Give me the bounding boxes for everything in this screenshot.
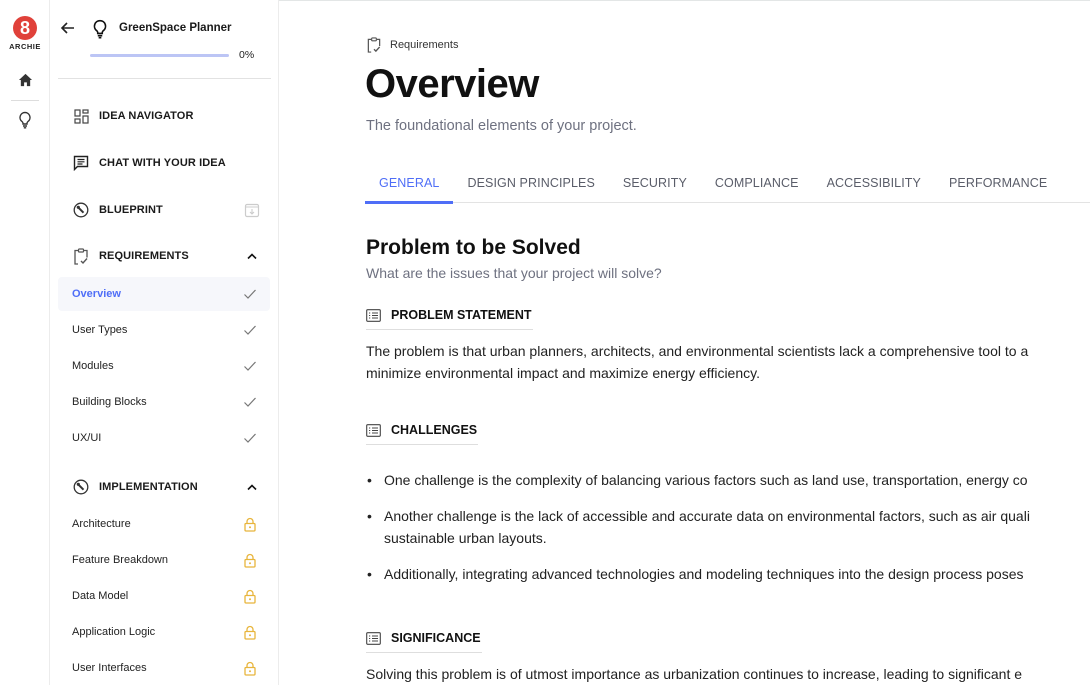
page-subtitle: The foundational elements of your projec… <box>366 118 637 134</box>
check-icon <box>242 286 258 302</box>
list-box-icon <box>366 423 381 437</box>
check-icon <box>242 430 258 446</box>
tab-performance[interactable]: PERFORMANCE <box>935 164 1061 202</box>
lightbulb-icon[interactable] <box>15 110 35 130</box>
tab-security[interactable]: SECURITY <box>609 164 701 202</box>
download-box-icon[interactable] <box>243 201 261 219</box>
nav-item-data-model[interactable]: Data Model <box>58 579 270 613</box>
clipboard-check-icon <box>366 37 382 53</box>
nav-label: BLUEPRINT <box>99 204 163 216</box>
nav-item-label: UX/UI <box>72 432 102 444</box>
chevron-up-icon[interactable] <box>243 478 261 496</box>
breadcrumb[interactable]: Requirements <box>366 37 458 53</box>
significance-header: SIGNIFICANCE <box>366 631 482 653</box>
nav-item-label: User Interfaces <box>72 662 147 674</box>
nav-item-building-blocks[interactable]: Building Blocks <box>58 385 270 419</box>
main-content: Requirements Overview The foundational e… <box>279 0 1090 685</box>
nav-label: REQUIREMENTS <box>99 250 189 262</box>
lock-icon <box>242 660 258 676</box>
text-line: Solving this problem is of utmost import… <box>366 666 1023 682</box>
clipboard-check-icon <box>72 247 90 265</box>
tab-bar: GENERAL DESIGN PRINCIPLES SECURITY COMPL… <box>365 164 1090 204</box>
page-title: Overview <box>365 62 539 106</box>
problem-statement-header: PROBLEM STATEMENT <box>366 308 533 330</box>
tab-compliance[interactable]: COMPLIANCE <box>701 164 813 202</box>
nav-item-label: User Types <box>72 324 128 336</box>
nav-label: CHAT WITH YOUR IDEA <box>99 157 226 169</box>
nav-item-label: Application Logic <box>72 626 156 638</box>
nav-item-label: Feature Breakdown <box>72 554 168 566</box>
field-label: CHALLENGES <box>391 423 478 437</box>
lock-icon <box>242 516 258 532</box>
section-subtitle: What are the issues that your project wi… <box>366 265 662 281</box>
logo-text: ARCHIE <box>9 42 41 51</box>
nav-label: IDEA NAVIGATOR <box>99 110 194 122</box>
text-line: minimize environmental impact and maximi… <box>366 365 760 381</box>
list-item: One challenge is the complexity of balan… <box>366 469 1090 491</box>
nav-chat-with-your-idea[interactable]: CHAT WITH YOUR IDEA <box>58 149 271 177</box>
list-box-icon <box>366 631 381 645</box>
nav-item-ux-ui[interactable]: UX/UI <box>58 421 270 455</box>
progress-label: 0% <box>239 49 255 61</box>
nav-item-feature-breakdown[interactable]: Feature Breakdown <box>58 543 270 577</box>
chevron-up-icon[interactable] <box>243 247 261 265</box>
breadcrumb-label: Requirements <box>390 39 459 51</box>
back-arrow-icon[interactable] <box>59 19 77 37</box>
lightbulb-icon <box>92 19 110 39</box>
nav-idea-navigator[interactable]: IDEA NAVIGATOR <box>58 102 271 130</box>
nav-item-label: Building Blocks <box>72 396 147 408</box>
logo-mark: 8 <box>13 16 37 40</box>
home-icon[interactable] <box>15 70 35 90</box>
lock-icon <box>242 552 258 568</box>
tab-accessibility[interactable]: ACCESSIBILITY <box>813 164 935 202</box>
wrench-icon <box>72 478 90 496</box>
nav-requirements[interactable]: REQUIREMENTS <box>58 242 271 270</box>
project-header: GreenSpace Planner 0% <box>50 0 279 79</box>
check-icon <box>242 394 258 410</box>
list-box-icon <box>366 308 381 322</box>
archie-logo[interactable]: 8 ARCHIE <box>0 16 50 51</box>
check-icon <box>242 322 258 338</box>
tab-design-principles[interactable]: DESIGN PRINCIPLES <box>453 164 608 202</box>
list-item: Another challenge is the lack of accessi… <box>366 505 1090 549</box>
divider <box>58 78 271 79</box>
text-line: The problem is that urban planners, arch… <box>366 343 1029 359</box>
nav-implementation[interactable]: IMPLEMENTATION <box>58 473 271 501</box>
nav-item-user-interfaces[interactable]: User Interfaces <box>58 651 270 685</box>
nav-item-user-types[interactable]: User Types <box>58 313 270 347</box>
field-label: PROBLEM STATEMENT <box>391 308 532 322</box>
nav-item-architecture[interactable]: Architecture <box>58 507 270 541</box>
lock-icon <box>242 588 258 604</box>
tab-general[interactable]: GENERAL <box>365 164 454 204</box>
nav-label: IMPLEMENTATION <box>99 481 198 493</box>
nav-item-label: Overview <box>72 288 121 300</box>
nav-item-label: Architecture <box>72 518 131 530</box>
section-title: Problem to be Solved <box>366 236 581 259</box>
field-label: SIGNIFICANCE <box>391 631 481 645</box>
project-title: GreenSpace Planner <box>119 22 232 34</box>
check-icon <box>242 358 258 374</box>
challenges-list[interactable]: One challenge is the complexity of balan… <box>366 469 1090 599</box>
nav-item-label: Modules <box>72 360 114 372</box>
lock-icon <box>242 624 258 640</box>
nav-item-overview[interactable]: Overview <box>58 277 270 311</box>
rail-divider <box>11 100 39 101</box>
app-rail: 8 ARCHIE <box>0 0 50 685</box>
problem-statement-text[interactable]: The problem is that urban planners, arch… <box>366 340 1090 384</box>
nav-item-modules[interactable]: Modules <box>58 349 270 383</box>
nav-item-label: Data Model <box>72 590 129 602</box>
list-item: Additionally, integrating advanced techn… <box>366 563 1090 585</box>
progress-bar <box>90 54 229 57</box>
significance-text[interactable]: Solving this problem is of utmost import… <box>366 663 1090 685</box>
nav-item-application-logic[interactable]: Application Logic <box>58 615 270 649</box>
challenges-header: CHALLENGES <box>366 423 479 445</box>
wrench-icon <box>72 201 90 219</box>
nav-blueprint[interactable]: BLUEPRINT <box>58 196 271 224</box>
dashboard-icon <box>72 107 90 125</box>
sidebar: GreenSpace Planner 0% IDEA NAVIGATOR CHA… <box>50 0 279 685</box>
chat-icon <box>72 154 90 172</box>
